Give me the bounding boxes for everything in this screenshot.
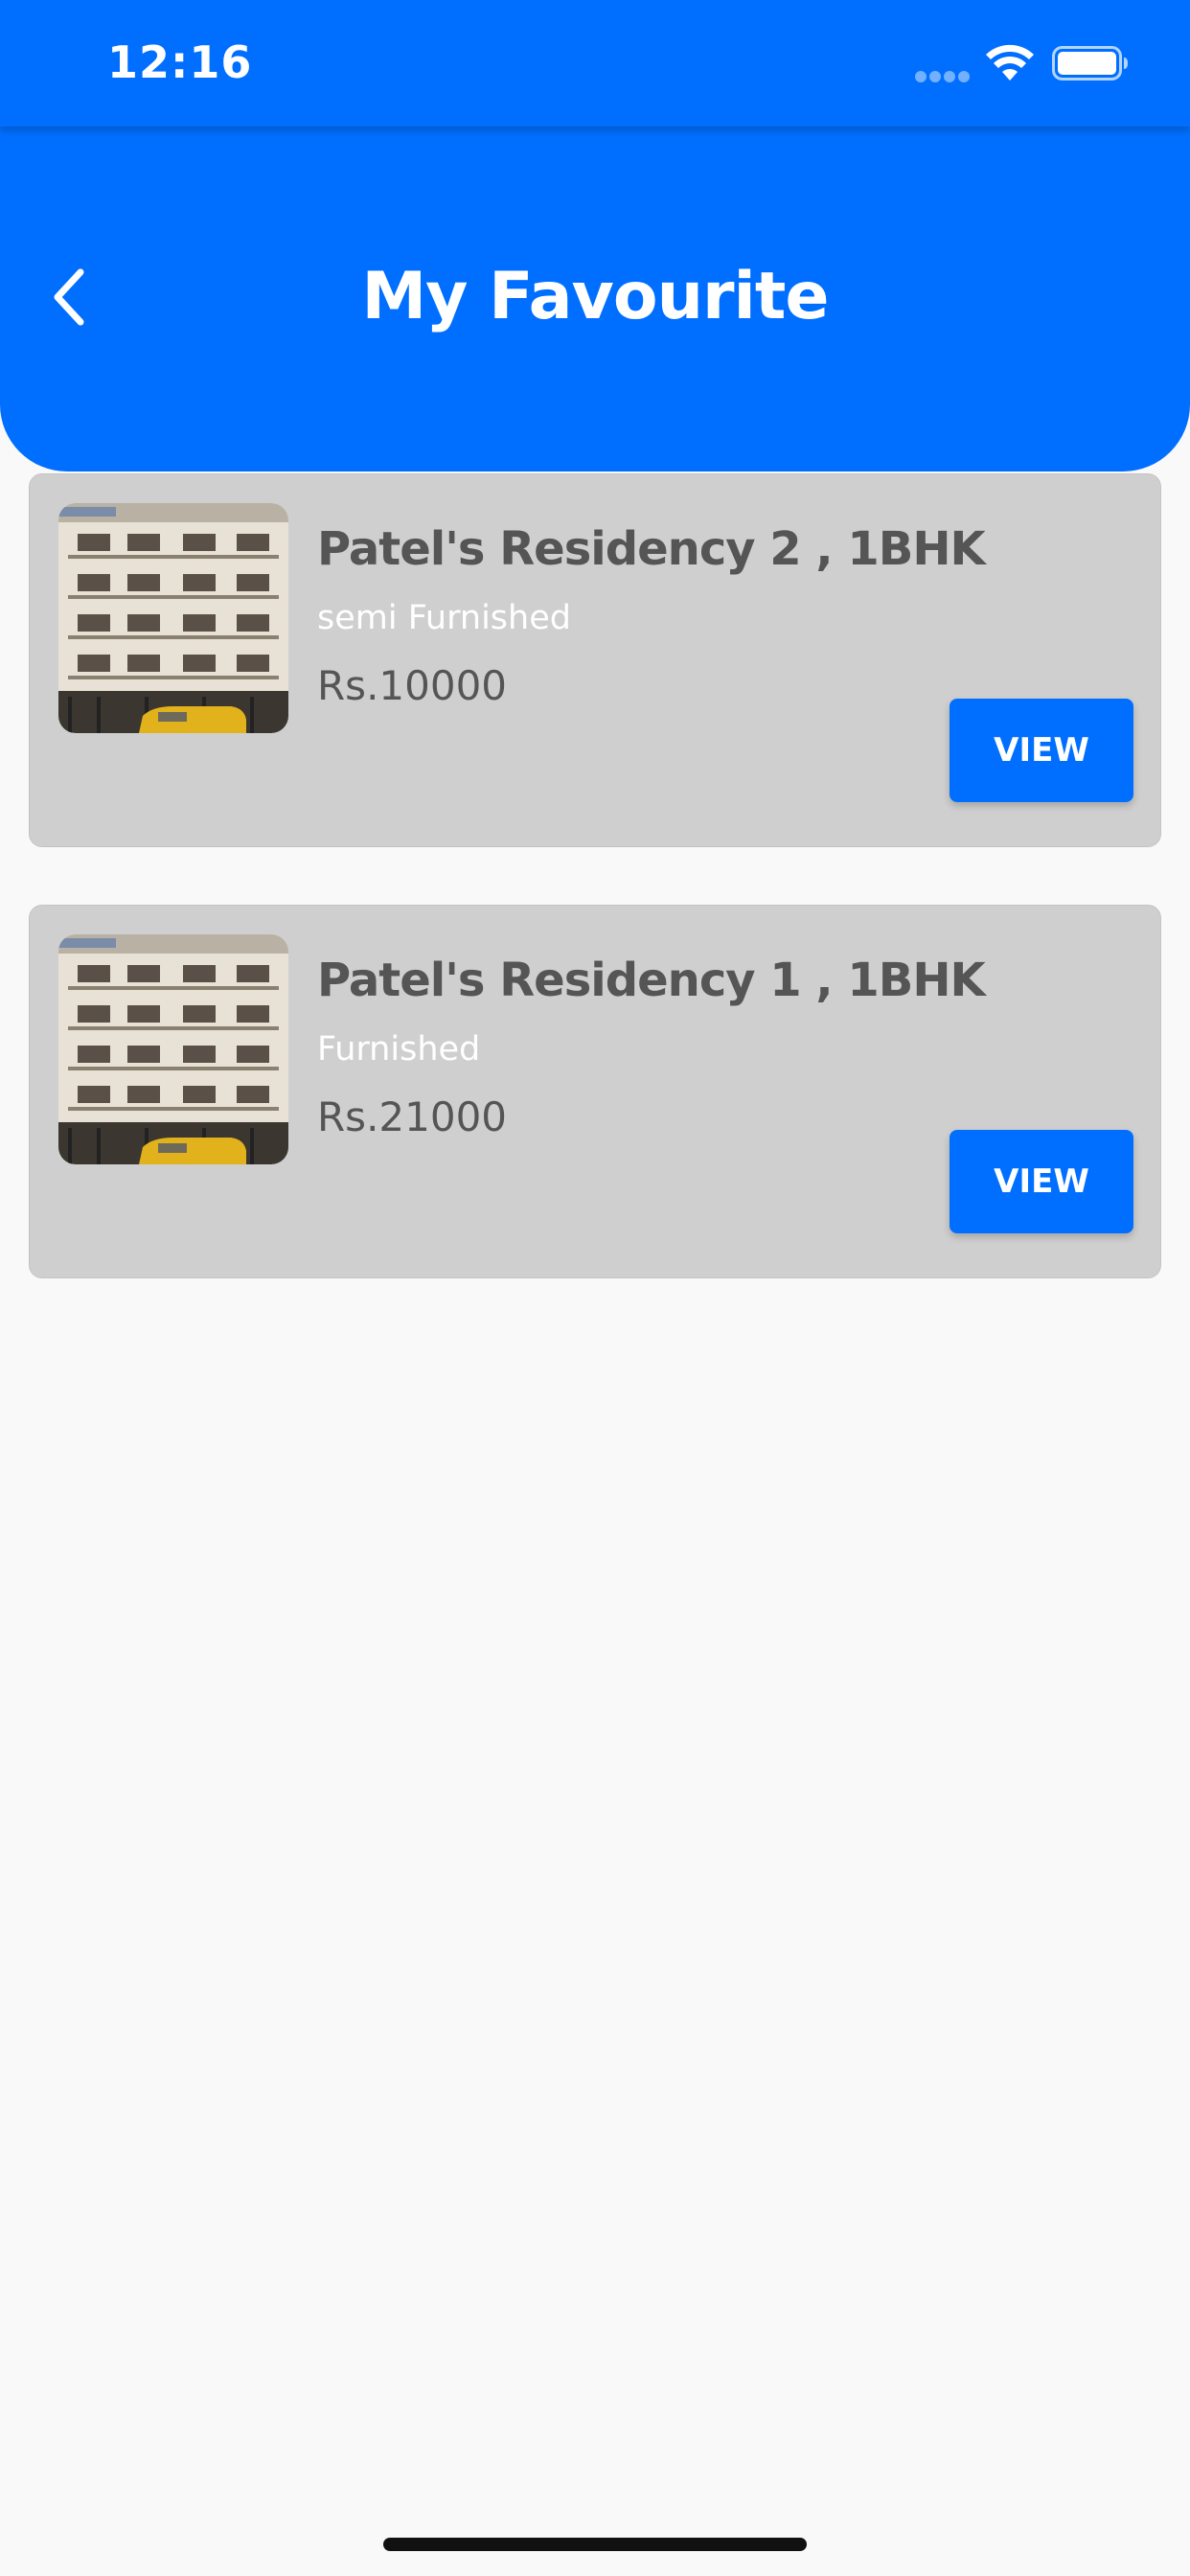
furnishing-status: semi Furnished bbox=[317, 599, 571, 637]
status-bar: 12:16 bbox=[0, 0, 1190, 126]
furnishing-status: Furnished bbox=[317, 1030, 481, 1069]
property-photo bbox=[58, 934, 288, 1164]
view-button[interactable]: VIEW bbox=[950, 1130, 1133, 1233]
page-title: My Favourite bbox=[361, 259, 830, 334]
header: My Favourite bbox=[0, 115, 1190, 472]
view-button[interactable]: VIEW bbox=[950, 699, 1133, 802]
wifi-icon bbox=[986, 44, 1034, 80]
property-price: Rs.10000 bbox=[317, 662, 508, 709]
property-price: Rs.21000 bbox=[317, 1093, 508, 1140]
favourite-card[interactable]: Patel's Residency 2 , 1BHK semi Furnishe… bbox=[29, 473, 1161, 847]
home-indicator[interactable] bbox=[383, 2538, 807, 2551]
battery-icon bbox=[1052, 46, 1128, 80]
property-title: Patel's Residency 1 , 1BHK bbox=[317, 954, 986, 1007]
favourite-card[interactable]: Patel's Residency 1 , 1BHK Furnished Rs.… bbox=[29, 905, 1161, 1278]
status-time: 12:16 bbox=[107, 36, 253, 88]
cellular-signal-icon bbox=[915, 71, 971, 82]
property-photo bbox=[58, 503, 288, 733]
property-title: Patel's Residency 2 , 1BHK bbox=[317, 522, 986, 576]
